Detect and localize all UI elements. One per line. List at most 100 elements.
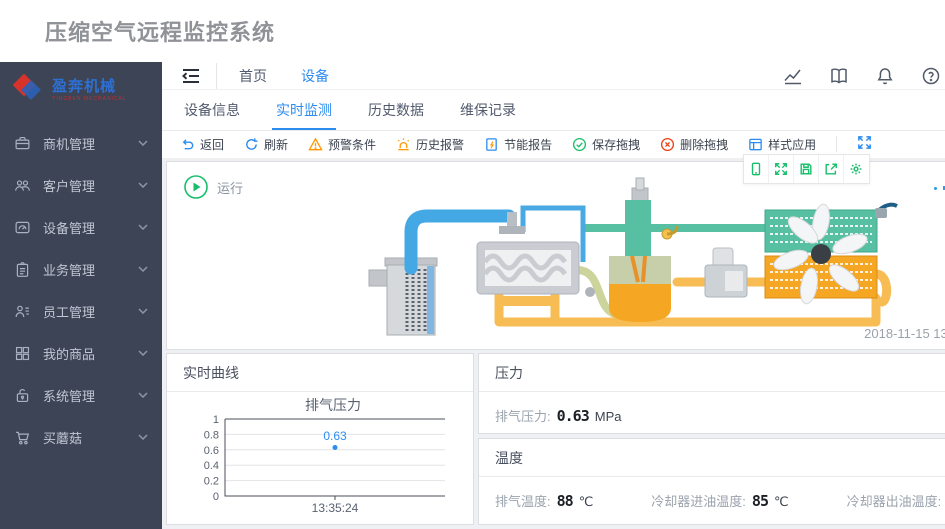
check-circle-icon [573,137,587,151]
svg-text:0.2: 0.2 [204,476,219,488]
sidebar-item-label: 业务管理 [43,262,96,278]
header-divider [216,62,217,89]
air-filter [368,257,438,336]
metric-value: 85 [751,492,769,510]
alarm-history-button[interactable]: 历史报警 [396,136,464,153]
cooler-oil-outlet-temp-metric: 冷却器出油温度: 59 ℃ [847,491,945,510]
chevron-down-icon [138,308,148,314]
sidebar-item-equipment[interactable]: 设备管理 [0,206,162,248]
alarm-icon [397,137,410,150]
sidebar-menu: 商机管理 客户管理 设备管理 业务管理 员工管理 我的商品 系统管理 买蘑菇 [0,114,162,458]
delete-drag-button[interactable]: 删除拖拽 [660,136,728,153]
stats-icon[interactable] [783,66,803,86]
main-header: 首页 设备 [162,62,945,90]
sidebar-item-customers[interactable]: 客户管理 [0,164,162,206]
users-icon [15,179,30,191]
metric-unit: ℃ [773,494,789,509]
x-circle-icon [661,137,675,151]
sidebar-item-system[interactable]: 系统管理 [0,374,162,416]
metric-unit: ℃ [578,494,594,509]
undo-icon [182,138,194,149]
metric-label: 排气温度: [495,494,551,509]
sidebar-item-label: 设备管理 [43,220,96,236]
breadcrumb-equipment[interactable]: 设备 [301,66,329,86]
refresh-label: 刷新 [264,137,289,152]
drain-valve-icon [585,287,595,297]
logo: 盈奔机械 YINGBEN MECHANICAL [0,62,162,114]
pressure-chart: 排气压力 1 0.8 0.6 0.4 0.2 0 0.63 13:35:24 [167,392,473,519]
sidebar-item-label: 员工管理 [43,304,96,320]
pressure-panel: 压力 排气压力: 0.63 MPa [478,353,945,434]
sidebar-item-label: 商机管理 [43,136,96,152]
chart-title: 排气压力 [305,397,361,413]
exhaust-temp-metric: 排气温度: 88 ℃ [495,491,593,510]
sidebar-item-business-opportunity[interactable]: 商机管理 [0,122,162,164]
back-button[interactable]: 返回 [180,136,224,153]
compressor-schematic [368,177,898,336]
sidebar-item-label: 系统管理 [43,388,96,404]
tab-realtime-monitor[interactable]: 实时监测 [272,90,336,130]
briefcase-icon [15,136,30,149]
cart-icon [16,431,30,444]
clipboard-icon [16,261,29,277]
logo-subtitle: YINGBEN MECHANICAL [52,95,127,102]
metric-value: 0.63 [556,407,590,425]
oil-air-cooler [764,202,898,305]
back-label: 返回 [200,137,225,152]
alarm-history-label: 历史报警 [416,137,465,152]
layout-icon [749,138,762,150]
chevron-down-icon [138,224,148,230]
data-point-label: 0.63 [323,429,347,443]
intake-valve [507,212,517,228]
save-drag-button[interactable]: 保存拖拽 [572,136,640,153]
sidebar-item-employees[interactable]: 员工管理 [0,290,162,332]
play-icon[interactable] [183,174,209,200]
sidebar-item-operations[interactable]: 业务管理 [0,248,162,290]
sidebar-item-buy-mushroom[interactable]: 买蘑菇 [0,416,162,458]
alert-conditions-button[interactable]: 预警条件 [308,136,376,153]
tab-maintenance-records[interactable]: 维保记录 [456,90,520,130]
network-signal: 2G [933,176,945,190]
top-banner: 压缩空气远程监控系统 [0,0,945,62]
alert-conditions-label: 预警条件 [328,137,377,152]
fullscreen-button[interactable] [857,135,872,153]
sidebar: 盈奔机械 YINGBEN MECHANICAL 商机管理 客户管理 设备管理 业… [0,62,162,529]
toolbar-divider [836,136,838,152]
svg-text:0.4: 0.4 [204,460,219,472]
x-axis-tick: 13:35:24 [312,501,359,514]
metric-label: 冷却器进油温度: [651,494,746,509]
metric-label: 冷却器出油温度: [846,494,942,509]
screw-compressor [476,212,580,306]
refresh-button[interactable]: 刷新 [244,136,288,153]
tab-history-data[interactable]: 历史数据 [364,90,428,130]
logo-name: 盈奔机械 [52,77,117,95]
report-icon [486,137,497,151]
breadcrumb-home[interactable]: 首页 [239,66,267,86]
apply-style-label: 样式应用 [768,137,817,152]
monitor-timestamp: 2018-11-15 13:35:24 [864,326,945,341]
bell-icon[interactable] [875,66,895,86]
tab-device-info[interactable]: 设备信息 [180,90,244,130]
sidebar-collapse-icon[interactable] [180,67,202,85]
help-icon[interactable] [921,66,941,86]
fullscreen-icon [858,136,871,149]
signal-dot [933,187,937,190]
chevron-down-icon [138,140,148,146]
oil-separator-tank [609,177,679,322]
svg-text:1: 1 [213,414,219,426]
book-icon[interactable] [829,66,849,86]
data-point[interactable] [332,445,338,450]
apply-style-button[interactable]: 样式应用 [748,136,816,153]
warning-icon [308,137,323,150]
sidebar-item-label: 买蘑菇 [43,430,83,446]
chevron-down-icon [138,266,148,272]
energy-report-button[interactable]: 节能报告 [484,136,552,153]
sidebar-item-my-products[interactable]: 我的商品 [0,332,162,374]
grid-icon [15,346,30,360]
sidebar-item-label: 我的商品 [43,346,96,362]
temperature-panel-title: 温度 [479,439,945,477]
delete-drag-label: 删除拖拽 [680,137,729,152]
save-drag-label: 保存拖拽 [592,137,641,152]
chevron-down-icon [138,350,148,356]
energy-report-label: 节能报告 [504,137,553,152]
